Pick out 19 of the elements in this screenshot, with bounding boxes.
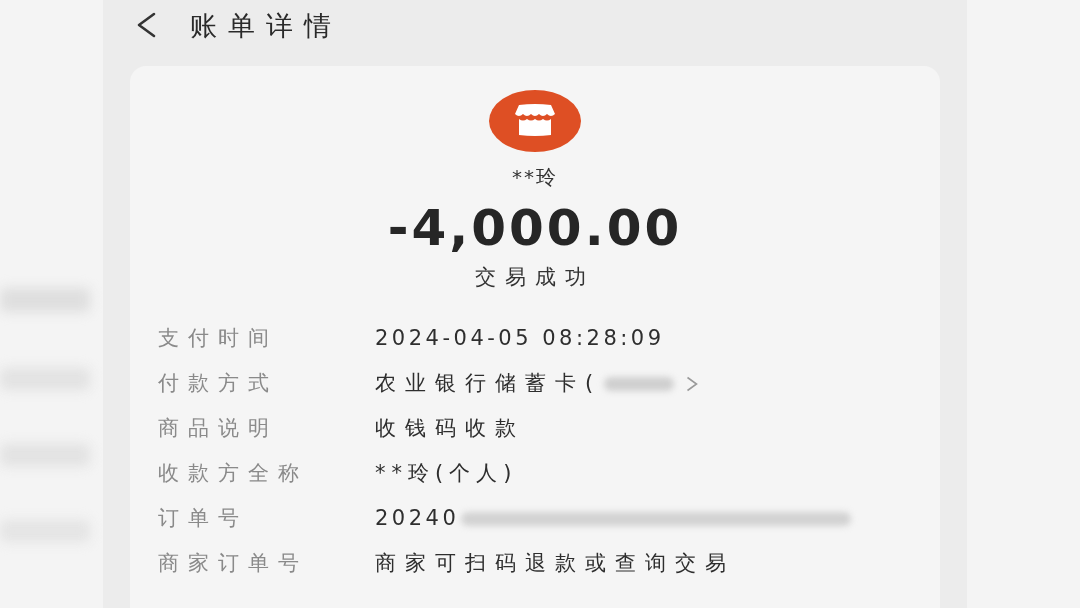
- detail-value: 2024-04-05 08:28:09: [375, 328, 665, 349]
- detail-value[interactable]: 农业银行储蓄卡(: [375, 373, 603, 394]
- detail-label: 订单号: [158, 508, 249, 529]
- amount: -4,000.00: [387, 203, 683, 253]
- detail-value: 收钱码收款: [375, 418, 525, 439]
- status-text: 交易成功: [475, 267, 595, 288]
- detail-value: 20240: [375, 508, 460, 529]
- detail-value: 商家可扫码退款或查询交易: [375, 553, 735, 574]
- page-title: 账单详情: [190, 11, 342, 39]
- detail-label: 商家订单号: [158, 553, 309, 574]
- detail-label: 商品说明: [158, 418, 279, 439]
- payee-name: **玲: [512, 167, 558, 187]
- detail-label: 付款方式: [158, 373, 279, 394]
- detail-label: 支付时间: [158, 328, 279, 349]
- detail-label: 收款方全称: [158, 463, 309, 484]
- shop-icon: [489, 90, 581, 152]
- detail-value: **玲(个人): [375, 463, 518, 484]
- back-icon[interactable]: [135, 12, 157, 38]
- chevron-right-icon[interactable]: [686, 375, 699, 392]
